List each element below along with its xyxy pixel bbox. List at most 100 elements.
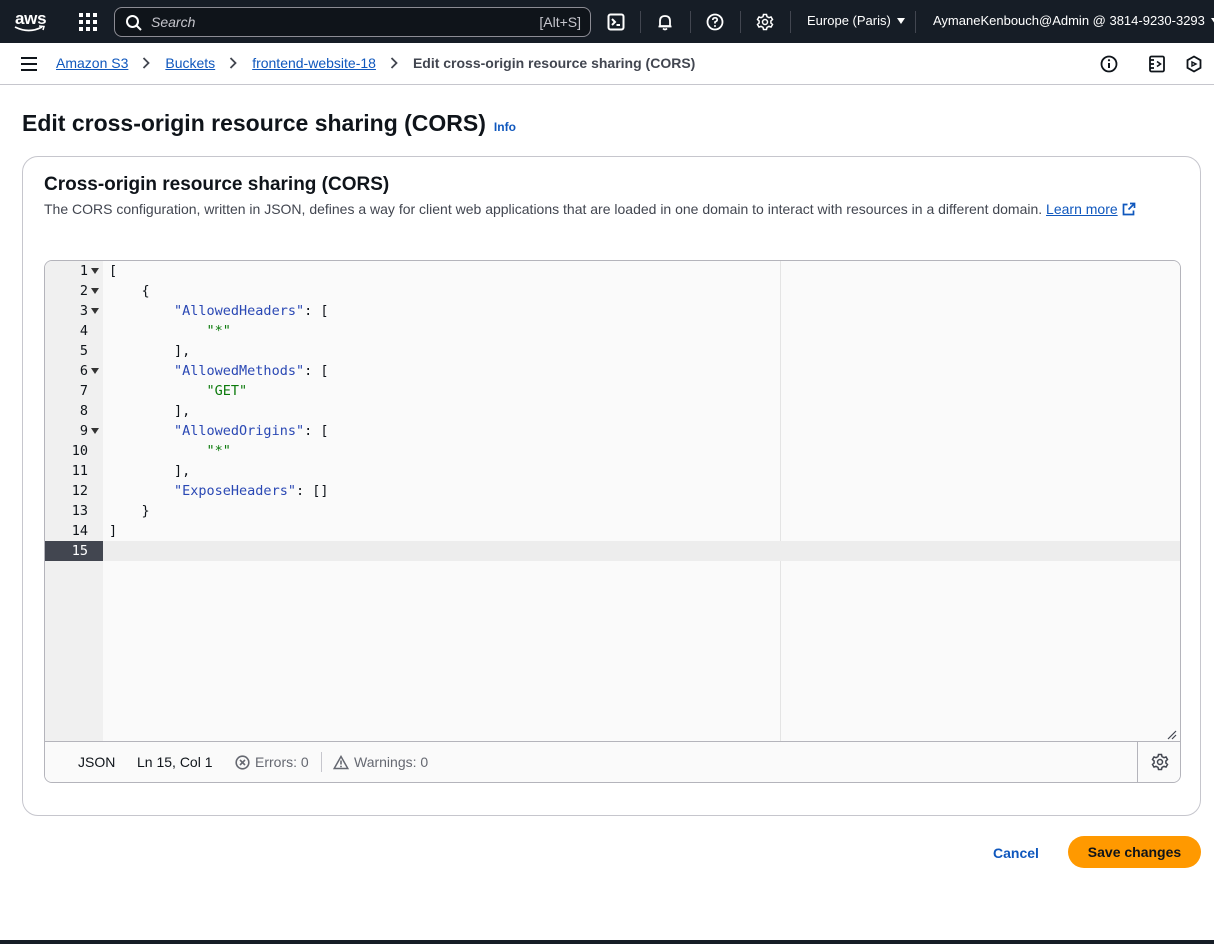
chevron-right-icon — [142, 56, 152, 70]
breadcrumb-buckets[interactable]: Buckets — [165, 55, 215, 71]
status-divider — [321, 752, 322, 772]
line-number: 8 — [79, 403, 88, 419]
chevron-right-icon — [390, 56, 400, 70]
cloudshell-icon[interactable] — [605, 11, 627, 33]
nav-divider — [640, 11, 641, 33]
menu-hamburger-icon[interactable] — [20, 56, 38, 72]
line-number: 13 — [71, 503, 88, 519]
external-link-icon — [1122, 202, 1135, 216]
code-line[interactable]: 6 "AllowedMethods": [ — [45, 361, 1180, 381]
page-title-text: Edit cross-origin resource sharing (CORS… — [22, 110, 486, 136]
card-description-text: The CORS configuration, written in JSON,… — [44, 201, 1043, 217]
code-line[interactable]: 12 "ExposeHeaders": [] — [45, 481, 1180, 501]
status-divider — [1137, 742, 1138, 782]
warnings-count: Warnings: 0 — [354, 754, 429, 770]
info-link[interactable]: Info — [494, 120, 516, 134]
top-navigation: aws [Alt+S] — [0, 0, 1214, 43]
warnings-indicator[interactable]: Warnings: 0 — [333, 754, 428, 770]
cancel-button[interactable]: Cancel — [983, 838, 1049, 868]
account-label: AymaneKenbouch@Admin @ 3814-9230-3293 — [933, 13, 1205, 28]
line-number: 7 — [79, 383, 88, 399]
learn-more-link[interactable]: Learn more — [1046, 201, 1136, 217]
nav-divider — [690, 11, 691, 33]
breadcrumb-amazon-s3[interactable]: Amazon S3 — [56, 55, 128, 71]
code-text: "ExposeHeaders": [] — [174, 483, 329, 499]
fold-arrow-icon[interactable] — [91, 368, 99, 374]
code-text: ] — [109, 523, 118, 539]
code-text: { — [109, 283, 150, 299]
line-number: 4 — [79, 323, 88, 339]
code-line[interactable]: 5 ], — [45, 341, 1180, 361]
line-number: 15 — [71, 543, 88, 559]
code-line[interactable]: 7 "GET" — [45, 381, 1180, 401]
line-number: 6 — [79, 363, 88, 379]
code-text: ], — [109, 463, 191, 479]
search-shortcut-hint: [Alt+S] — [539, 14, 581, 30]
fold-arrow-icon[interactable] — [91, 288, 99, 294]
nav-divider — [915, 11, 916, 33]
settings-gear-icon[interactable] — [754, 11, 776, 33]
code-line[interactable]: 14] — [45, 521, 1180, 541]
code-text: "AllowedMethods": [ — [174, 363, 329, 379]
line-number: 12 — [71, 483, 88, 499]
code-line[interactable]: 1[ — [45, 261, 1180, 281]
amazon-q-icon[interactable] — [1185, 55, 1203, 73]
code-line[interactable]: 9 "AllowedOrigins": [ — [45, 421, 1180, 441]
code-line[interactable]: 15 — [45, 541, 1180, 561]
notes-panel-icon[interactable] — [1148, 55, 1166, 73]
code-text: "AllowedOrigins": [ — [174, 423, 329, 439]
code-line[interactable]: 11 ], — [45, 461, 1180, 481]
chevron-right-icon — [229, 56, 239, 70]
aws-logo[interactable]: aws — [14, 9, 48, 35]
code-text: [ — [109, 263, 118, 279]
search-input[interactable] — [151, 12, 531, 32]
code-line[interactable]: 3 "AllowedHeaders": [ — [45, 301, 1180, 321]
page-title: Edit cross-origin resource sharing (CORS… — [22, 110, 516, 137]
line-number: 5 — [79, 343, 88, 359]
nav-divider — [740, 11, 741, 33]
breadcrumb: Amazon S3 Buckets frontend-website-18 Ed… — [56, 55, 695, 71]
line-number: 11 — [71, 463, 88, 479]
code-text: "GET" — [206, 383, 248, 399]
code-line[interactable]: 8 ], — [45, 401, 1180, 421]
account-menu[interactable]: AymaneKenbouch@Admin @ 3814-9230-3293 — [933, 13, 1214, 28]
breadcrumb-bar: Amazon S3 Buckets frontend-website-18 Ed… — [0, 43, 1214, 85]
region-selector[interactable]: Europe (Paris) — [807, 13, 905, 28]
code-line[interactable]: 4 "*" — [45, 321, 1180, 341]
help-icon[interactable] — [704, 11, 726, 33]
code-line[interactable]: 10 "*" — [45, 441, 1180, 461]
line-number: 10 — [71, 443, 88, 459]
card-description: The CORS configuration, written in JSON,… — [44, 201, 1136, 217]
save-changes-button[interactable]: Save changes — [1068, 836, 1201, 868]
code-text: ], — [109, 343, 191, 359]
services-grid-icon[interactable] — [78, 12, 98, 32]
caret-down-icon — [896, 17, 905, 24]
fold-arrow-icon[interactable] — [91, 308, 99, 314]
line-number: 1 — [79, 263, 88, 279]
info-panel-icon[interactable] — [1100, 55, 1118, 73]
region-label: Europe (Paris) — [807, 13, 891, 28]
bell-icon[interactable] — [654, 11, 676, 33]
errors-count: Errors: 0 — [255, 754, 309, 770]
fold-arrow-icon[interactable] — [91, 268, 99, 274]
errors-indicator[interactable]: Errors: 0 — [235, 754, 309, 770]
fold-arrow-icon[interactable] — [91, 428, 99, 434]
global-search[interactable]: [Alt+S] — [114, 7, 591, 37]
code-text: "AllowedHeaders": [ — [174, 303, 329, 319]
error-circle-icon — [235, 754, 250, 770]
aws-smile-icon — [14, 25, 45, 32]
json-code-editor[interactable]: 1[2 {3 "AllowedHeaders": [4 "*" 5 ], 6 "Al… — [44, 260, 1181, 783]
code-line[interactable]: 13 } — [45, 501, 1180, 521]
line-number: 9 — [79, 423, 88, 439]
line-number: 2 — [79, 283, 88, 299]
line-number: 14 — [71, 523, 88, 539]
nav-divider — [790, 11, 791, 33]
code-text: } — [109, 503, 150, 519]
resize-handle-icon[interactable] — [1167, 727, 1177, 740]
breadcrumb-bucket-name[interactable]: frontend-website-18 — [252, 55, 376, 71]
card-title: Cross-origin resource sharing (CORS) — [44, 174, 390, 195]
code-line[interactable]: 2 { — [45, 281, 1180, 301]
cursor-position: Ln 15, Col 1 — [137, 754, 213, 770]
editor-settings-gear-icon[interactable] — [1151, 753, 1169, 771]
code-text: ], — [109, 403, 191, 419]
